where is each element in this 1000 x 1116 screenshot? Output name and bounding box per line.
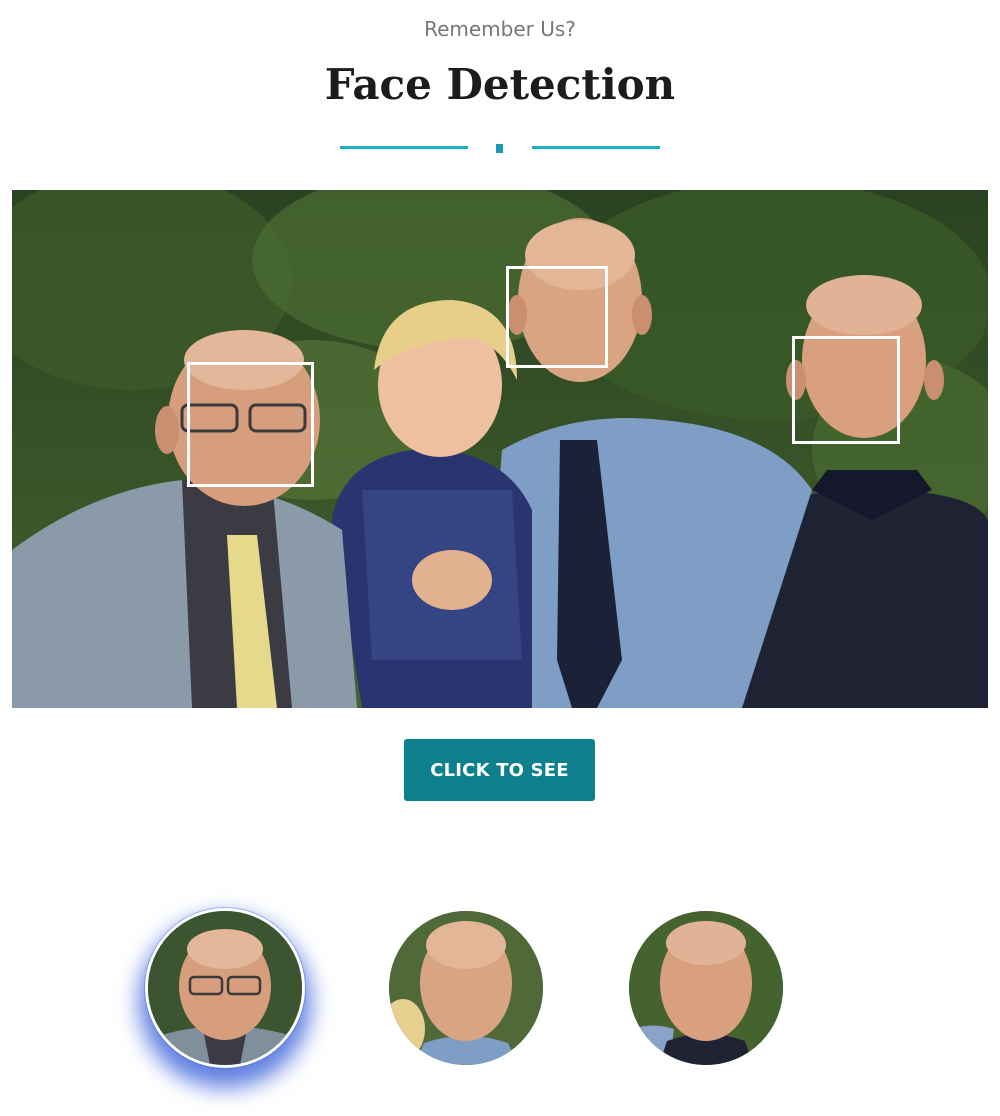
divider-line-left [340, 146, 468, 149]
face-thumbnail-3[interactable] [629, 911, 783, 1065]
face-detection-box-1 [187, 362, 314, 487]
divider-line-right [532, 146, 660, 149]
face-detection-box-2 [506, 266, 608, 368]
face-thumbnail-1-image [148, 911, 302, 1065]
face-thumbnail-1[interactable] [145, 908, 305, 1068]
group-photo [12, 190, 988, 708]
face-detection-box-3 [792, 336, 900, 444]
face-detection-page: Remember Us? Face Detection CLICK TO SEE [0, 0, 1000, 1116]
page-title: Face Detection [324, 60, 676, 109]
divider-dot [496, 144, 503, 153]
click-to-see-button[interactable]: CLICK TO SEE [404, 739, 595, 801]
face-thumbnail-2-image [389, 911, 543, 1065]
face-thumbnail-3-image [629, 911, 783, 1065]
section-eyebrow: Remember Us? [424, 17, 576, 41]
title-divider [340, 144, 660, 154]
group-photo-illustration [12, 190, 988, 708]
face-thumbnail-2[interactable] [389, 911, 543, 1065]
